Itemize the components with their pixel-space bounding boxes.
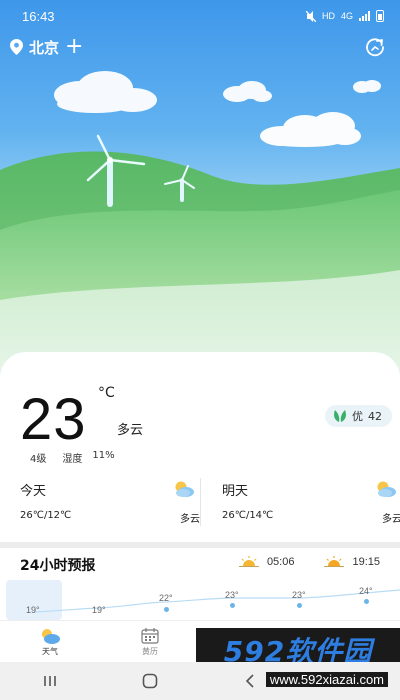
- status-time: 16:43: [22, 8, 55, 24]
- aqi-label: 优: [352, 410, 363, 423]
- partly-cloudy-icon: [175, 481, 194, 497]
- nav-item-almanac[interactable]: 黄历: [100, 621, 200, 663]
- humidity: 湿度 11%: [62, 450, 114, 465]
- status-bar: 16:43 HD 4G: [0, 0, 400, 32]
- hourly-trend-line: [33, 589, 400, 613]
- cloud-icon: [54, 71, 157, 113]
- hour-dot: [364, 599, 369, 604]
- hour-temp: 24°: [359, 586, 373, 596]
- location-pin-icon: [10, 39, 23, 55]
- partly-cloudy-icon: [377, 481, 396, 497]
- hour-temp: 19°: [26, 605, 40, 615]
- weather-icon: [42, 628, 60, 644]
- today-summary[interactable]: 今天 26℃/12℃ 多云: [20, 478, 210, 528]
- divider: [200, 478, 201, 526]
- sunrise-time: 05:06: [266, 556, 295, 568]
- day-condition: 多云: [180, 514, 200, 525]
- hd-icon: HD: [321, 11, 335, 21]
- sun-times: 05:06 19:15: [238, 556, 380, 568]
- aqi-badge[interactable]: 优 42: [325, 405, 392, 427]
- current-condition: 多云: [117, 423, 144, 438]
- refresh-icon[interactable]: [364, 36, 386, 58]
- hour-dot: [297, 603, 302, 608]
- 4g-icon: 4G: [340, 11, 353, 21]
- sunrise-icon: [238, 556, 259, 567]
- city-name: 北京: [29, 38, 60, 57]
- battery-icon: [376, 10, 384, 22]
- current-weather-card: 23 °C 多云 优 42 4级 湿度 11% 今天 26℃/12℃ 多云 明天: [0, 352, 400, 542]
- hour-temp: 23°: [225, 590, 239, 600]
- home-icon: [142, 673, 158, 689]
- recent-apps-button[interactable]: [0, 662, 100, 700]
- hour-temp: 23°: [292, 590, 306, 600]
- nav-label: 黄历: [142, 646, 158, 656]
- mute-icon: [305, 10, 316, 22]
- nav-label: 天气: [42, 646, 58, 656]
- humidity-value: 11%: [92, 450, 115, 461]
- day-title: 今天: [20, 484, 47, 499]
- location-bar: 北京 +: [10, 34, 386, 60]
- hour-dot: [164, 607, 169, 612]
- hour-temp: 22°: [159, 593, 173, 603]
- back-icon: [245, 674, 254, 688]
- city-selector[interactable]: 北京 +: [10, 36, 83, 58]
- day-temp-range: 26℃/14℃: [222, 510, 274, 521]
- temperature-unit: °C: [98, 385, 115, 401]
- weather-meta: 4级 湿度 11%: [30, 450, 115, 465]
- hour-dot: [230, 603, 235, 608]
- leaf-icon: [334, 410, 346, 422]
- status-icons: HD 4G: [305, 10, 384, 22]
- tomorrow-summary[interactable]: 明天 26℃/14℃ 多云: [222, 478, 400, 528]
- hour-temp: 19°: [92, 605, 106, 615]
- hourly-forecast[interactable]: 19° 19° 22° 23° 23° 24°: [0, 580, 400, 620]
- current-temperature: 23: [20, 387, 87, 452]
- humidity-label: 湿度: [62, 454, 83, 465]
- section-separator: [0, 542, 400, 548]
- sunset-icon: [324, 556, 345, 567]
- sunset-time: 19:15: [352, 556, 380, 568]
- day-condition: 多云: [382, 514, 400, 525]
- add-city-button[interactable]: +: [65, 36, 83, 58]
- home-button[interactable]: [100, 662, 200, 700]
- calendar-icon: [141, 627, 159, 644]
- signal-icon: [359, 11, 370, 21]
- wind-level: 4级: [30, 454, 47, 465]
- watermark-url: www.592xiazai.com: [265, 672, 388, 687]
- aqi-value: 42: [368, 409, 382, 423]
- day-title: 明天: [222, 484, 249, 499]
- day-temp-range: 26℃/12℃: [20, 510, 72, 521]
- forecast-title: 24小时预报: [20, 558, 96, 574]
- recent-apps-icon: [44, 676, 56, 686]
- nav-item-weather[interactable]: 天气: [0, 621, 100, 663]
